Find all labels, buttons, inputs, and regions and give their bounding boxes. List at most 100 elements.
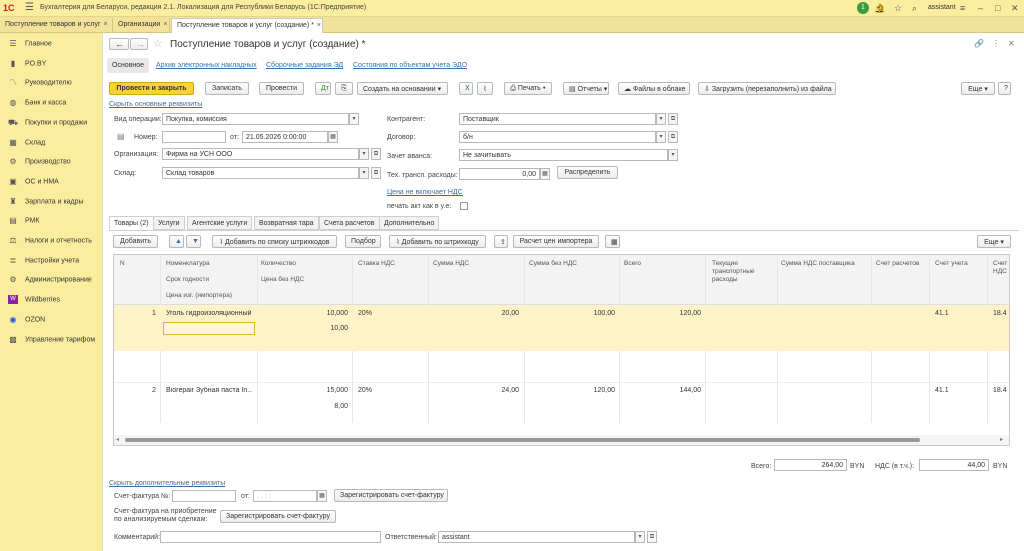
counterparty-dropdown[interactable]: ▾ <box>656 113 666 125</box>
print-button[interactable]: ⎙ Печать ▾ <box>504 82 552 95</box>
post-button[interactable]: Провести <box>259 82 304 95</box>
row-vat-sum[interactable]: 20,00 <box>433 310 519 317</box>
distribute-button[interactable]: Распределить <box>557 166 618 179</box>
responsible-open-icon[interactable]: ⧉ <box>647 531 657 543</box>
sidebar-item[interactable]: ▦ Склад <box>0 134 102 152</box>
warehouse-input[interactable]: Склад товаров <box>162 167 359 179</box>
favorite-star-icon[interactable]: ☆ <box>153 37 163 50</box>
sidebar-item[interactable]: ⚖ Налоги и отчетность <box>0 232 102 250</box>
sidebar-item[interactable]: ◉ OZON <box>0 311 102 329</box>
row-quantity[interactable]: 15,000 <box>261 387 348 394</box>
row-vat-account[interactable]: 18.4 <box>993 387 1007 394</box>
tab-services[interactable]: Услуги <box>153 216 185 230</box>
reports-button[interactable]: ▤ Отчеты ▾ <box>563 82 609 95</box>
nav-archive[interactable]: Архив электронных накладных <box>156 62 257 69</box>
files-cloud-button[interactable]: ☁ Файлы в облаке <box>618 82 690 95</box>
sidebar-item[interactable]: ⛟ Покупки и продажи <box>0 114 102 132</box>
col-vat-account[interactable]: Счет НДС <box>993 260 1009 276</box>
col-supplier-vat[interactable]: Сумма НДС поставщика <box>781 260 869 268</box>
calculator-icon[interactable]: ▦ <box>540 168 550 180</box>
row-sum-no-vat[interactable]: 100,00 <box>529 310 615 317</box>
close-icon[interactable]: ✕ <box>1011 3 1019 14</box>
save-button[interactable]: Записать <box>205 82 249 95</box>
register-invoice-acq-button[interactable]: Зарегистрировать счет-фактуру <box>220 510 336 523</box>
table-settings-icon[interactable]: ▦ <box>605 235 620 248</box>
add-row-button[interactable]: Добавить <box>113 235 158 248</box>
importer-price-calc-button[interactable]: Расчет цен импортера <box>513 235 599 248</box>
forward-button[interactable]: → <box>130 38 148 50</box>
close-tab-icon[interactable]: × <box>317 22 321 29</box>
window-tab-2[interactable]: Организации × <box>113 18 170 33</box>
scroll-right-icon[interactable]: ▸ <box>1000 436 1003 443</box>
back-button[interactable]: ← <box>109 38 129 50</box>
contract-dropdown[interactable]: ▾ <box>656 131 666 143</box>
pick-button[interactable]: Подбор <box>345 235 381 248</box>
row-price[interactable]: 10,00 <box>261 325 348 332</box>
row-vat-sum[interactable]: 24,00 <box>433 387 519 394</box>
hide-main-requisites-link[interactable]: Скрыть основные реквизиты <box>109 101 202 108</box>
organization-input[interactable]: Фирма на УСН ООО <box>162 148 359 160</box>
col-shelf-life[interactable]: Срок годности <box>166 276 209 284</box>
row-vat-account[interactable]: 18.4 <box>993 310 1007 317</box>
col-quantity[interactable]: Количество <box>261 260 296 268</box>
advance-dropdown[interactable]: ▾ <box>668 149 678 161</box>
move-up-icon[interactable]: ▲ <box>169 235 184 248</box>
shelf-life-input[interactable] <box>163 322 255 335</box>
scrollbar-thumb[interactable] <box>125 438 920 442</box>
row-vat-rate[interactable]: 20% <box>358 387 372 394</box>
row-account[interactable]: 41.1 <box>935 387 949 394</box>
close-tab-icon[interactable]: × <box>163 21 167 28</box>
responsible-dropdown[interactable]: ▾ <box>635 531 645 543</box>
sidebar-item[interactable]: ▩ Управление тарифом <box>0 331 102 349</box>
sidebar-item[interactable]: ⚙ Производство <box>0 153 102 171</box>
contract-input[interactable]: б/н <box>459 131 656 143</box>
col-total[interactable]: Всего <box>624 260 641 268</box>
sidebar-item[interactable]: W Wildberries <box>0 291 102 309</box>
counterparty-open-icon[interactable]: ⧉ <box>668 113 678 125</box>
main-menu-icon[interactable]: ☰ <box>25 2 34 13</box>
register-invoice-button[interactable]: Зарегистрировать счет-фактуру <box>334 489 448 502</box>
add-by-barcode-list-button[interactable]: ⌇ Добавить по списку штрихкодов <box>212 235 337 248</box>
col-transport[interactable]: Текущие транспортные расходы <box>712 260 774 284</box>
tab-agent-services[interactable]: Агентские услуги <box>187 216 253 230</box>
col-n[interactable]: N <box>120 260 125 268</box>
sidebar-item[interactable]: ♜ Зарплата и кадры <box>0 193 102 211</box>
row-total[interactable]: 144,00 <box>624 387 701 394</box>
tab-settlement-accounts[interactable]: Счета расчетов <box>319 216 380 230</box>
user-name[interactable]: assistant <box>928 4 956 11</box>
post-and-close-button[interactable]: Провести и закрыть <box>109 82 194 95</box>
sidebar-item[interactable]: 〽 Руководителю <box>0 74 102 92</box>
print-act-checkbox[interactable] <box>460 202 468 210</box>
notifications-badge[interactable]: 1 <box>857 2 869 14</box>
help-button[interactable]: ? <box>998 82 1011 95</box>
warehouse-dropdown[interactable]: ▾ <box>359 167 369 179</box>
window-tab-3[interactable]: Поступление товаров и услуг (создание) *… <box>171 18 323 33</box>
transport-input[interactable]: 0,00 <box>459 168 540 180</box>
row-price[interactable]: 8,00 <box>261 403 348 410</box>
tab-goods[interactable]: Товары (2) <box>109 216 154 230</box>
nav-tasks[interactable]: Сборочные задания ЭД <box>266 62 343 69</box>
organization-dropdown[interactable]: ▾ <box>359 148 369 160</box>
sidebar-item[interactable]: ≣ Настройки учета <box>0 252 102 270</box>
nav-main[interactable]: Основное <box>107 58 150 73</box>
col-account[interactable]: Счет учета <box>935 260 968 268</box>
responsible-input[interactable]: assistant <box>438 531 635 543</box>
counterparty-input[interactable]: Поставщик <box>459 113 656 125</box>
close-form-icon[interactable]: ✕ <box>1008 39 1015 48</box>
invoice-number-input[interactable] <box>172 490 236 502</box>
related-docs-icon[interactable]: ⎘ <box>335 82 353 95</box>
organization-open-icon[interactable]: ⧉ <box>371 148 381 160</box>
col-sum-no-vat[interactable]: Сумма без НДС <box>529 260 577 268</box>
settings-menu-icon[interactable]: ≡ <box>960 3 965 13</box>
hide-extra-requisites-link[interactable]: Скрыть дополнительные реквизиты <box>109 480 225 487</box>
minimize-icon[interactable]: – <box>978 3 983 13</box>
col-nomenclature[interactable]: Номенклатура <box>166 260 210 268</box>
number-lock-icon[interactable]: ▤ <box>117 132 125 141</box>
move-down-icon[interactable]: ▼ <box>186 235 201 248</box>
load-from-file-button[interactable]: ⇩ Загрузить (перезаполнить) из файла <box>698 82 836 95</box>
sidebar-item[interactable]: ⚙ Администрирование <box>0 271 102 289</box>
sidebar-item[interactable]: ☰ Главное <box>0 35 102 53</box>
calendar-icon[interactable]: ▦ <box>328 131 338 143</box>
history-icon[interactable]: ⟲ <box>876 3 884 14</box>
row-sum-no-vat[interactable]: 120,00 <box>529 387 615 394</box>
